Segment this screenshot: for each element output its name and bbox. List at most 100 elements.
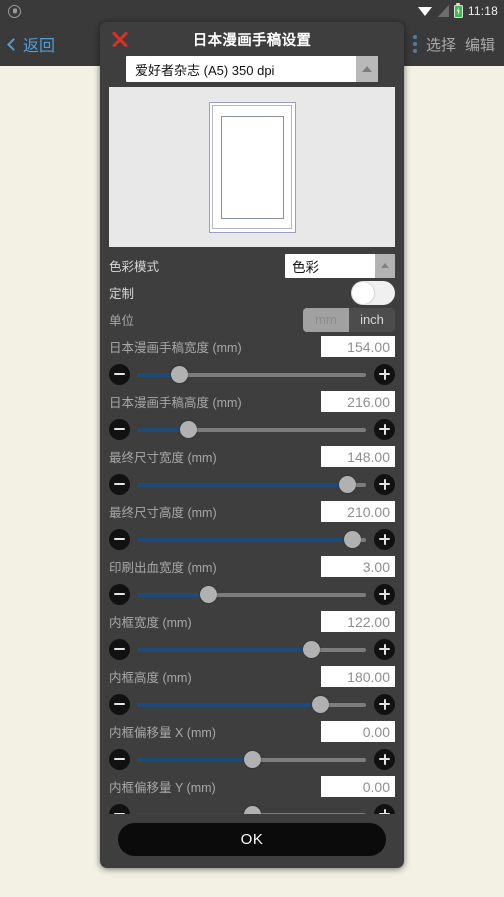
slider-value-field[interactable]: 0.00 (321, 721, 395, 742)
decrement-button[interactable] (109, 528, 130, 550)
slider-row (109, 525, 395, 553)
slider-track-area[interactable] (138, 745, 366, 773)
color-mode-row: 色彩模式 色彩 (109, 252, 395, 279)
app-bar-right: 选择 编辑 (412, 34, 504, 55)
chevron-left-icon (7, 37, 20, 51)
preset-dropdown[interactable]: 爱好者杂志 (A5) 350 dpi (126, 56, 378, 82)
slider-row (109, 690, 395, 718)
slider-label-row: 最终尺寸宽度 (mm) 148.00 (109, 443, 395, 470)
decrement-button[interactable] (109, 418, 130, 440)
slider-value-field[interactable]: 180.00 (321, 666, 395, 687)
slider-thumb[interactable] (339, 476, 357, 493)
clock: 11:18 (467, 4, 498, 18)
back-button[interactable]: 返回 (0, 32, 65, 56)
preset-value: 爱好者杂志 (A5) 350 dpi (135, 62, 275, 78)
slider-fill (138, 482, 348, 487)
slider-fill (138, 592, 209, 597)
increment-button[interactable] (374, 583, 395, 605)
decrement-button[interactable] (109, 803, 130, 814)
color-mode-dropdown[interactable]: 色彩 (285, 253, 395, 278)
slider-row (109, 470, 395, 498)
slider-group: 内框高度 (mm) 180.00 (109, 663, 395, 718)
chevron-up-icon[interactable] (356, 56, 378, 82)
unit-option-mm[interactable]: mm (303, 307, 349, 332)
slider-thumb[interactable] (243, 806, 261, 814)
slider-group: 印刷出血宽度 (mm) 3.00 (109, 553, 395, 608)
slider-thumb[interactable] (170, 366, 188, 383)
back-label: 返回 (23, 38, 56, 55)
slider-track-area[interactable] (138, 525, 366, 553)
signal-icon (437, 5, 449, 17)
slider-track-area[interactable] (138, 690, 366, 718)
increment-button[interactable] (374, 803, 395, 814)
ok-button[interactable]: OK (118, 823, 386, 856)
increment-button[interactable] (374, 473, 395, 495)
slider-value-field[interactable]: 148.00 (321, 446, 395, 467)
status-bar: 11:18 (0, 0, 504, 22)
slider-row (109, 745, 395, 773)
decrement-button[interactable] (109, 583, 130, 605)
slider-value-field[interactable]: 0.00 (321, 776, 395, 797)
shield-icon (8, 4, 21, 18)
decrement-button[interactable] (109, 748, 130, 770)
slider-label-row: 内框宽度 (mm) 122.00 (109, 608, 395, 635)
decrement-button[interactable] (109, 473, 130, 495)
slider-label: 最终尺寸宽度 (mm) (109, 451, 217, 465)
increment-button[interactable] (374, 418, 395, 440)
slider-track-area[interactable] (138, 635, 366, 663)
slider-track-area[interactable] (138, 415, 366, 443)
unit-option-inch[interactable]: inch (349, 308, 395, 332)
increment-button[interactable] (374, 528, 395, 550)
slider-label: 内框偏移量 Y (mm) (109, 781, 216, 795)
dialog-header: 日本漫画手稿设置 (100, 22, 404, 56)
slider-thumb[interactable] (200, 586, 218, 603)
close-icon[interactable] (109, 28, 131, 50)
slider-track-area[interactable] (138, 580, 366, 608)
slider-row (109, 800, 395, 814)
slider-value-field[interactable]: 210.00 (321, 501, 395, 522)
slider-thumb[interactable] (179, 421, 197, 438)
decrement-button[interactable] (109, 363, 130, 385)
slider-thumb[interactable] (243, 751, 261, 768)
slider-value-field[interactable]: 3.00 (321, 556, 395, 577)
slider-group: 最终尺寸高度 (mm) 210.00 (109, 498, 395, 553)
toggle-knob (352, 281, 374, 304)
decrement-button[interactable] (109, 638, 130, 660)
custom-label: 定制 (109, 287, 135, 301)
slider-group: 日本漫画手稿宽度 (mm) 154.00 (109, 333, 395, 388)
increment-button[interactable] (374, 363, 395, 385)
slider-group: 日本漫画手稿高度 (mm) 216.00 (109, 388, 395, 443)
slider-thumb[interactable] (343, 531, 361, 548)
slider-value-field[interactable]: 154.00 (321, 336, 395, 357)
increment-button[interactable] (374, 638, 395, 660)
slider-value-field[interactable]: 216.00 (321, 391, 395, 412)
custom-toggle[interactable] (351, 280, 395, 305)
preview-inner-frame-guide (220, 115, 284, 219)
manga-settings-dialog: 日本漫画手稿设置 爱好者杂志 (A5) 350 dpi 色彩模式 色彩 定制 单… (100, 22, 404, 868)
increment-button[interactable] (374, 748, 395, 770)
slider-track-area[interactable] (138, 800, 366, 814)
slider-group: 最终尺寸宽度 (mm) 148.00 (109, 443, 395, 498)
slider-label: 内框高度 (mm) (109, 671, 192, 685)
increment-button[interactable] (374, 693, 395, 715)
slider-list: 日本漫画手稿宽度 (mm) 154.00 日本漫画手稿高度 (mm) 216.00 最终… (109, 333, 395, 814)
select-button[interactable]: 选择 (426, 34, 456, 55)
chevron-up-icon[interactable] (375, 253, 395, 278)
decrement-button[interactable] (109, 693, 130, 715)
slider-track-area[interactable] (138, 470, 366, 498)
overflow-menu-icon[interactable] (412, 35, 417, 53)
slider-label: 内框偏移量 X (mm) (109, 726, 216, 740)
slider-track-area[interactable] (138, 360, 366, 388)
slider-thumb[interactable] (311, 696, 329, 713)
slider-group: 内框宽度 (mm) 122.00 (109, 608, 395, 663)
edit-button[interactable]: 编辑 (465, 34, 495, 55)
slider-label: 最终尺寸高度 (mm) (109, 506, 217, 520)
slider-thumb[interactable] (302, 641, 320, 658)
unit-segmented-control[interactable]: mm inch (303, 307, 395, 332)
custom-row: 定制 (109, 279, 395, 306)
slider-fill (138, 537, 353, 542)
slider-fill (138, 702, 321, 707)
slider-value-field[interactable]: 122.00 (321, 611, 395, 632)
slider-row (109, 415, 395, 443)
slider-group: 内框偏移量 X (mm) 0.00 (109, 718, 395, 773)
